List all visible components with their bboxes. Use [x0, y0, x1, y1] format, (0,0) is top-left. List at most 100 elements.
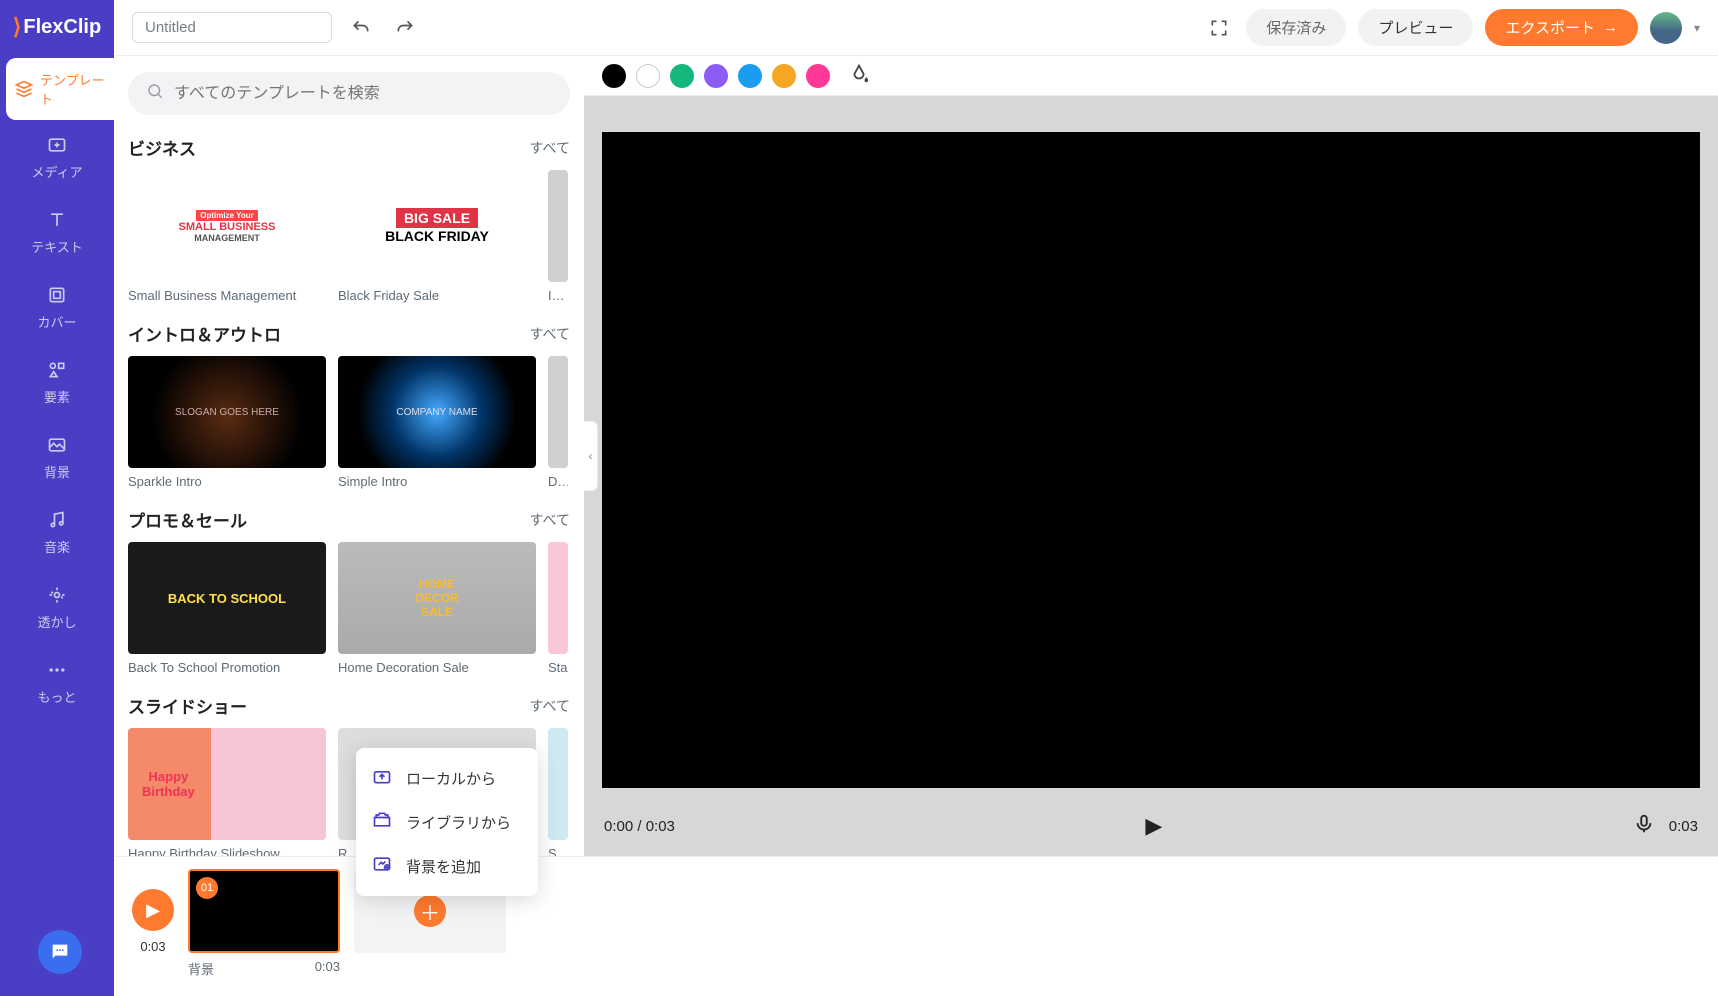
template-label: Sparkle Intro	[128, 474, 326, 489]
chevron-down-icon[interactable]: ▾	[1694, 21, 1700, 35]
sidebar-item-background[interactable]: 背景	[0, 420, 114, 495]
thumb-text: BIG SALE	[396, 208, 478, 228]
see-all-link[interactable]: すべて	[530, 138, 570, 158]
arrow-right-icon: →	[1603, 19, 1618, 36]
search-wrap[interactable]	[128, 72, 570, 115]
clip-thumb: 01	[188, 869, 340, 953]
template-card[interactable]: COMPANY NAME Simple Intro	[338, 356, 536, 489]
see-all-link[interactable]: すべて	[530, 696, 570, 716]
sidebar-item-templates[interactable]: テンプレート	[6, 58, 114, 120]
sidebar-item-watermark[interactable]: 透かし	[0, 570, 114, 645]
template-label: Dyr	[548, 474, 568, 489]
sidebar-item-label: メディア	[31, 162, 82, 181]
player-end-time: 0:03	[1669, 818, 1698, 835]
see-all-link[interactable]: すべて	[530, 510, 570, 530]
sidebar-item-more[interactable]: もっと	[0, 645, 114, 720]
fill-tool-icon[interactable]	[848, 62, 870, 89]
thumb-text: Optimize Your	[196, 210, 258, 221]
color-swatch[interactable]	[806, 64, 830, 88]
sidebar-item-label: もっと	[37, 687, 76, 706]
logo-mark: ⟩	[13, 14, 22, 40]
sidebar-item-elements[interactable]: 要素	[0, 345, 114, 420]
see-all-link[interactable]: すべて	[530, 324, 570, 344]
chat-button[interactable]	[38, 930, 82, 974]
play-button[interactable]: ▶	[1145, 813, 1162, 839]
sidebar-item-media[interactable]: メディア	[0, 120, 114, 195]
preview-button[interactable]: プレビュー	[1358, 9, 1473, 46]
templates-panel: ビジネス すべて Optimize Your SMALL BUSINESS MA…	[114, 56, 584, 856]
video-preview[interactable]	[602, 132, 1700, 788]
template-card[interactable]: BACK TO SCHOOL Back To School Promotion	[128, 542, 326, 675]
template-card[interactable]: Sta	[548, 542, 568, 675]
template-card[interactable]: BIG SALE BLACK FRIDAY Black Friday Sale	[338, 170, 536, 303]
sidebar-item-label: カバー	[37, 312, 76, 331]
timeline-clip[interactable]: 01 背景 0:03	[188, 869, 340, 978]
add-background-icon	[372, 854, 394, 878]
color-swatch[interactable]	[738, 64, 762, 88]
sidebar-item-cover[interactable]: カバー	[0, 270, 114, 345]
section-title: スライドショー	[128, 693, 247, 718]
project-title-input[interactable]	[132, 12, 332, 43]
avatar[interactable]	[1650, 12, 1682, 44]
clip-label: 背景	[188, 959, 214, 978]
template-thumb	[548, 170, 568, 282]
thumb-text: SLOGAN GOES HERE	[175, 407, 279, 418]
search-input[interactable]	[174, 85, 552, 103]
background-icon	[46, 434, 68, 456]
template-thumb: HOME DECOR SALE	[338, 542, 536, 654]
logo: ⟩FlexClip	[3, 0, 111, 58]
sidebar-item-label: 背景	[44, 462, 70, 481]
add-clip-popover: ローカルから ライブラリから 背景を追加	[356, 748, 538, 896]
popover-item-library[interactable]: ライブラリから	[356, 800, 538, 844]
clip-index-badge: 01	[196, 877, 218, 899]
template-label: Simple Intro	[338, 474, 536, 489]
thumb-text: MANAGEMENT	[194, 233, 260, 243]
watermark-icon	[46, 584, 68, 606]
template-card[interactable]: Sur	[548, 728, 568, 856]
sidebar-item-label: 要素	[44, 387, 70, 406]
player-time: 0:00 / 0:03	[604, 818, 675, 835]
color-swatch[interactable]	[602, 64, 626, 88]
thumb-text: BACK TO SCHOOL	[168, 591, 286, 606]
fullscreen-button[interactable]	[1204, 13, 1234, 43]
redo-button[interactable]	[390, 13, 420, 43]
text-icon	[46, 209, 68, 231]
sidebar-item-label: 透かし	[37, 612, 76, 631]
more-icon	[46, 659, 68, 681]
template-card[interactable]: SLOGAN GOES HERE Sparkle Intro	[128, 356, 326, 489]
timeline-time: 0:03	[140, 939, 165, 954]
sidebar: ⟩FlexClip テンプレート メディア テキスト カバー 要素 背景	[0, 0, 114, 996]
undo-button[interactable]	[346, 13, 376, 43]
section-title: イントロ＆アウトロ	[128, 321, 281, 346]
popover-item-local[interactable]: ローカルから	[356, 756, 538, 800]
export-label: エクスポート	[1505, 17, 1595, 38]
clip-duration: 0:03	[315, 959, 340, 978]
popover-label: ライブラリから	[406, 812, 511, 833]
logo-text: FlexClip	[23, 16, 101, 39]
mic-button[interactable]	[1633, 813, 1655, 839]
music-icon	[46, 509, 68, 531]
panel-collapse-handle[interactable]: ‹	[584, 421, 598, 491]
template-card[interactable]: Happy Birthday Happy Birthday Slideshow	[128, 728, 326, 856]
template-thumb: Happy Birthday	[128, 728, 326, 840]
template-card[interactable]: Inte	[548, 170, 568, 303]
template-label: Back To School Promotion	[128, 660, 326, 675]
template-card[interactable]: HOME DECOR SALE Home Decoration Sale	[338, 542, 536, 675]
color-swatch[interactable]	[704, 64, 728, 88]
popover-item-background[interactable]: 背景を追加	[356, 844, 538, 888]
sidebar-item-music[interactable]: 音楽	[0, 495, 114, 570]
topbar: 保存済み プレビュー エクスポート → ▾	[114, 0, 1718, 56]
saved-status: 保存済み	[1246, 9, 1346, 46]
color-swatch[interactable]	[670, 64, 694, 88]
export-button[interactable]: エクスポート →	[1485, 9, 1638, 46]
color-swatch[interactable]	[636, 64, 660, 88]
timeline-play-button[interactable]: ▶	[132, 889, 174, 931]
sidebar-item-text[interactable]: テキスト	[0, 195, 114, 270]
color-swatch[interactable]	[772, 64, 796, 88]
template-label: Black Friday Sale	[338, 288, 536, 303]
template-card[interactable]: Dyr	[548, 356, 568, 489]
template-card[interactable]: Optimize Your SMALL BUSINESS MANAGEMENT …	[128, 170, 326, 303]
sidebar-item-label: 音楽	[44, 537, 70, 556]
template-thumb: BIG SALE BLACK FRIDAY	[338, 170, 536, 282]
template-thumb	[548, 728, 568, 840]
